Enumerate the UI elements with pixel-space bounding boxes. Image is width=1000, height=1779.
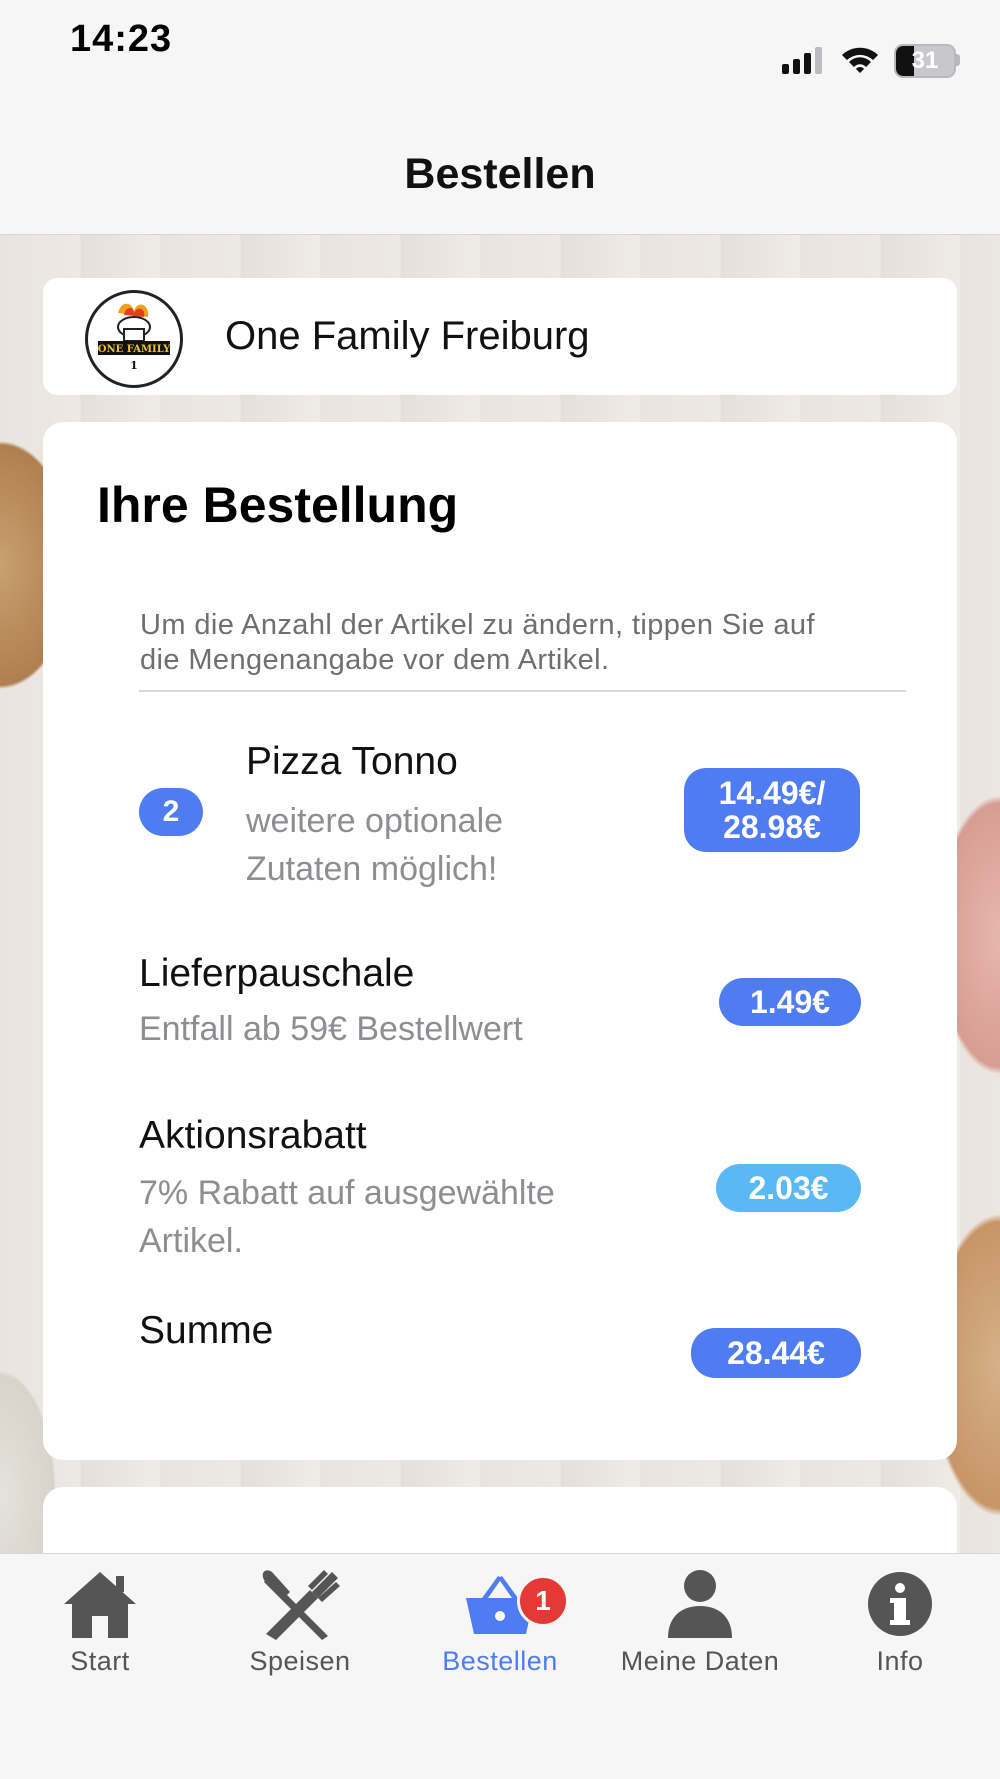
discount-price: 2.03€ bbox=[716, 1164, 861, 1212]
restaurant-logo: ONE FAMILY 1 bbox=[85, 290, 183, 388]
home-icon bbox=[64, 1572, 136, 1638]
status-icons: 31 bbox=[782, 44, 960, 78]
discount-name: Aktionsrabatt bbox=[139, 1114, 367, 1157]
item-price-unit: 14.49€/ bbox=[718, 775, 826, 811]
tab-start[interactable]: Start bbox=[0, 1568, 200, 1688]
tab-meine-daten[interactable]: Meine Daten bbox=[600, 1568, 800, 1688]
battery-icon: 31 bbox=[894, 44, 960, 78]
fork-knife-icon bbox=[262, 1570, 340, 1640]
total-price: 28.44€ bbox=[691, 1328, 861, 1378]
info-icon bbox=[868, 1572, 932, 1636]
battery-percentage: 31 bbox=[911, 47, 939, 74]
tab-label: Speisen bbox=[249, 1646, 351, 1676]
navigation-bar: Bestellen bbox=[0, 105, 1000, 235]
item-subtitle: weitere optionale Zutaten möglich! bbox=[246, 802, 504, 888]
restaurant-card[interactable]: ONE FAMILY 1 One Family Freiburg bbox=[43, 278, 957, 395]
tab-info[interactable]: Info bbox=[800, 1568, 1000, 1688]
order-title: Ihre Bestellung bbox=[97, 477, 459, 533]
tab-label: Info bbox=[876, 1646, 924, 1676]
delivery-fee-name: Lieferpauschale bbox=[139, 952, 415, 995]
discount-subtitle: 7% Rabatt auf ausgewählte Artikel. bbox=[139, 1174, 555, 1260]
cellular-signal-icon bbox=[782, 47, 822, 74]
cart-count-badge: 1 bbox=[517, 1575, 569, 1627]
item-price-total: 28.98€ bbox=[723, 809, 821, 845]
tab-label: Meine Daten bbox=[620, 1646, 780, 1676]
tab-label: Bestellen bbox=[442, 1646, 558, 1676]
chef-logo-icon: ONE FAMILY 1 bbox=[90, 295, 178, 383]
page-title: Bestellen bbox=[404, 150, 596, 198]
item-name: Pizza Tonno bbox=[246, 740, 458, 783]
next-section-card bbox=[43, 1487, 957, 1553]
tab-label: Start bbox=[70, 1646, 130, 1676]
wifi-icon bbox=[842, 47, 878, 73]
quantity-badge[interactable]: 2 bbox=[139, 788, 203, 836]
tab-bestellen[interactable]: 1 Bestellen bbox=[400, 1568, 600, 1688]
status-time: 14:23 bbox=[70, 18, 173, 60]
person-icon bbox=[668, 1570, 732, 1638]
divider bbox=[139, 690, 906, 692]
tab-speisen[interactable]: Speisen bbox=[200, 1568, 400, 1688]
content-area[interactable]: ONE FAMILY 1 One Family Freiburg Ihre Be… bbox=[0, 235, 1000, 1553]
delivery-fee-subtitle: Entfall ab 59€ Bestellwert bbox=[139, 1010, 523, 1048]
tab-bar: Start Speisen 1 Bestellen Meine Daten In… bbox=[0, 1553, 1000, 1779]
svg-text:1: 1 bbox=[130, 359, 138, 372]
order-card: Ihre Bestellung Um die Anzahl der Artike… bbox=[43, 422, 957, 1460]
status-bar: 14:23 31 bbox=[0, 0, 1000, 105]
svg-text:ONE FAMILY: ONE FAMILY bbox=[98, 344, 171, 355]
order-hint: Um die Anzahl der Artikel zu ändern, tip… bbox=[140, 609, 815, 676]
item-price-badge: 14.49€/ 28.98€ bbox=[684, 768, 860, 852]
delivery-fee-price: 1.49€ bbox=[719, 978, 861, 1026]
restaurant-name: One Family Freiburg bbox=[225, 314, 590, 358]
total-label: Summe bbox=[139, 1309, 274, 1352]
